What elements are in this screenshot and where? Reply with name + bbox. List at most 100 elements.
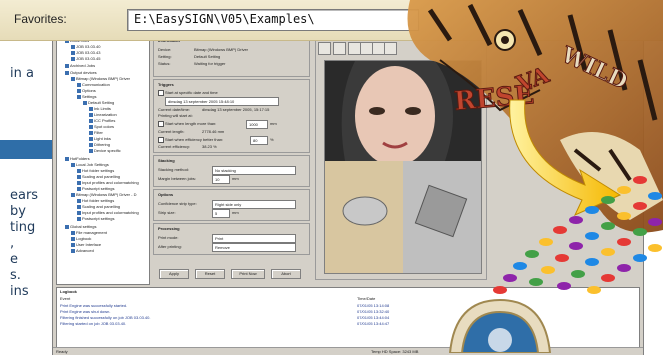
job-tree-panel[interactable]: Local Jobs JOB 03.03.40 JOB 03.03.43 JOB… (56, 35, 150, 285)
tree-item[interactable]: Scaling and panelling (77, 204, 120, 209)
tree-item[interactable]: Spot colors (89, 124, 114, 129)
settings-icon (77, 95, 81, 99)
page-text-line: ins (10, 284, 29, 299)
favorites-path-field[interactable]: E:\EasySIGN\V05\Examples\ (127, 9, 419, 31)
tree-item[interactable]: Light inks (89, 136, 111, 141)
reset-button[interactable]: Reset (195, 269, 225, 279)
tree-item[interactable]: Hot folder settings (77, 168, 114, 173)
tree-item[interactable]: Dithering (89, 142, 110, 147)
info-value: Waiting for trigger (194, 61, 225, 66)
settings-icon (83, 101, 87, 105)
tree-item[interactable]: Default Setting (83, 100, 114, 105)
efficiency-field[interactable]: 80 (250, 136, 268, 145)
log-header-event[interactable]: Event (60, 296, 70, 301)
status-bar: Ready Temp HD Space: 3243 MB (53, 347, 643, 355)
info-label: Status: (158, 61, 170, 66)
tree-item[interactable]: Ink Limits (89, 106, 111, 111)
tree-item[interactable]: Postscript settings (77, 186, 114, 191)
page-icon[interactable] (333, 42, 346, 55)
log-row-time[interactable]: 07/01/05 13:32:40 (357, 309, 389, 314)
tree-item[interactable]: JOB 03.03.45 (71, 56, 100, 61)
settings-icon (77, 83, 81, 87)
tree-item[interactable]: Bitmap (Windows BMP) Driver (71, 76, 130, 81)
log-row-time[interactable]: 07/01/05 13:14:08 (357, 303, 389, 308)
log-row-event[interactable]: Print Engine was shut down. (60, 309, 110, 314)
stacking-method-label: Stacking method: (158, 167, 189, 172)
tree-item[interactable]: File management (71, 230, 107, 235)
current-efficiency-value: 38.23 % (202, 144, 217, 149)
tree-item[interactable]: Options (77, 88, 96, 93)
strip-size-field[interactable]: 5 (212, 209, 230, 218)
tree-item[interactable]: Bitmap (Windows BMP) Driver - D (71, 192, 136, 197)
user-interface-icon (71, 243, 75, 247)
tree-item[interactable]: Postscript settings (77, 216, 114, 221)
confidence-label: Confidence strip type: (158, 201, 197, 206)
start-at-field[interactable]: dinsdag 13 september 2005 15:48:10 (165, 97, 279, 106)
printer-icon (71, 77, 75, 81)
tree-item[interactable]: Advanced (71, 248, 94, 253)
apply-button[interactable]: Apply (159, 269, 189, 279)
tree-item[interactable]: Filter (89, 130, 103, 135)
zoom-fit-icon[interactable] (318, 42, 331, 55)
tree-item[interactable]: Local Job Settings (71, 162, 109, 167)
preview-image-area (324, 60, 482, 274)
log-row-event[interactable]: Filtering finished successfully on job J… (60, 315, 151, 320)
tree-item[interactable]: Scaling and panelling (77, 174, 120, 179)
folder-icon (65, 64, 69, 68)
folder-icon (71, 163, 75, 167)
tree-item[interactable]: HotFolders (65, 156, 90, 161)
settings-icon (77, 181, 81, 185)
info-value: Bitmap (Windows BMP) Driver (194, 47, 248, 52)
info-label: Device: (158, 47, 171, 52)
log-row-event[interactable]: Print Engine was successfully started. (60, 303, 127, 308)
favorites-path-text: E:\EasySIGN\V05\Examples\ (134, 12, 315, 26)
preview-toolbar (318, 42, 458, 54)
tree-item[interactable]: Archived Jobs (65, 63, 95, 68)
confidence-select[interactable]: Right side only (212, 200, 296, 209)
margin-field[interactable]: 10 (212, 175, 230, 184)
tree-item[interactable]: ICC Profiles (89, 118, 115, 123)
group-title: Stacking (158, 158, 175, 163)
log-row-event[interactable]: Filtering started on job JOB 03.03.40. (60, 321, 126, 326)
stacking-method-select[interactable]: No stacking (212, 166, 296, 175)
length-unit: mm (270, 121, 277, 126)
settings-icon (89, 113, 93, 117)
start-at-checkbox[interactable] (158, 90, 164, 96)
job-icon (71, 57, 75, 61)
printing-start-label: Printing will start at: (158, 113, 193, 118)
log-row-time[interactable]: 07/01/05 13:44:47 (357, 321, 389, 326)
current-efficiency-label: Current efficiency: (158, 144, 190, 149)
tree-item[interactable]: Input profiles and colormatching (77, 210, 139, 215)
tree-item[interactable]: Device specific (89, 148, 121, 153)
tree-item[interactable]: User Interface (71, 242, 101, 247)
tree-item[interactable]: Linearization (89, 112, 117, 117)
file-icon (71, 231, 75, 235)
tree-item[interactable]: Input profiles and colormatching (77, 180, 139, 185)
tree-item[interactable]: Communication (77, 82, 110, 87)
log-row-time[interactable]: 07/01/05 13:44:04 (357, 315, 389, 320)
tree-item[interactable]: Global settings (65, 224, 96, 229)
job-icon (71, 51, 75, 55)
tree-item[interactable]: Output devices (65, 70, 97, 75)
tree-item[interactable]: Logbook (71, 236, 91, 241)
logbook-panel: Logbook Event Time/Date Print Engine was… (56, 287, 640, 351)
page-text-line: , (10, 236, 14, 251)
tree-item[interactable]: JOB 03.03.40 (71, 44, 100, 49)
print-mode-label: Print mode: (158, 235, 178, 240)
zoom-out-icon[interactable] (384, 42, 397, 55)
page-text-column: in a ears by ting , e s. ins (0, 0, 50, 353)
preview-artwork (325, 61, 481, 273)
efficiency-checkbox[interactable] (158, 137, 164, 143)
abort-button[interactable]: Abort (271, 269, 301, 279)
print-mode-select[interactable]: Print (212, 234, 296, 243)
length-field[interactable]: 1000 (246, 120, 268, 129)
group-title: Processing (158, 226, 180, 231)
length-checkbox[interactable] (158, 121, 164, 127)
tree-item[interactable]: JOB 03.03.43 (71, 50, 100, 55)
print-now-button[interactable]: Print Now (231, 269, 265, 279)
printer-icon (71, 193, 75, 197)
after-printing-select[interactable]: Remove (212, 243, 296, 252)
tree-item[interactable]: Settings (77, 94, 96, 99)
log-header-time[interactable]: Time/Date (357, 296, 375, 301)
tree-item[interactable]: Hot folder settings (77, 198, 114, 203)
